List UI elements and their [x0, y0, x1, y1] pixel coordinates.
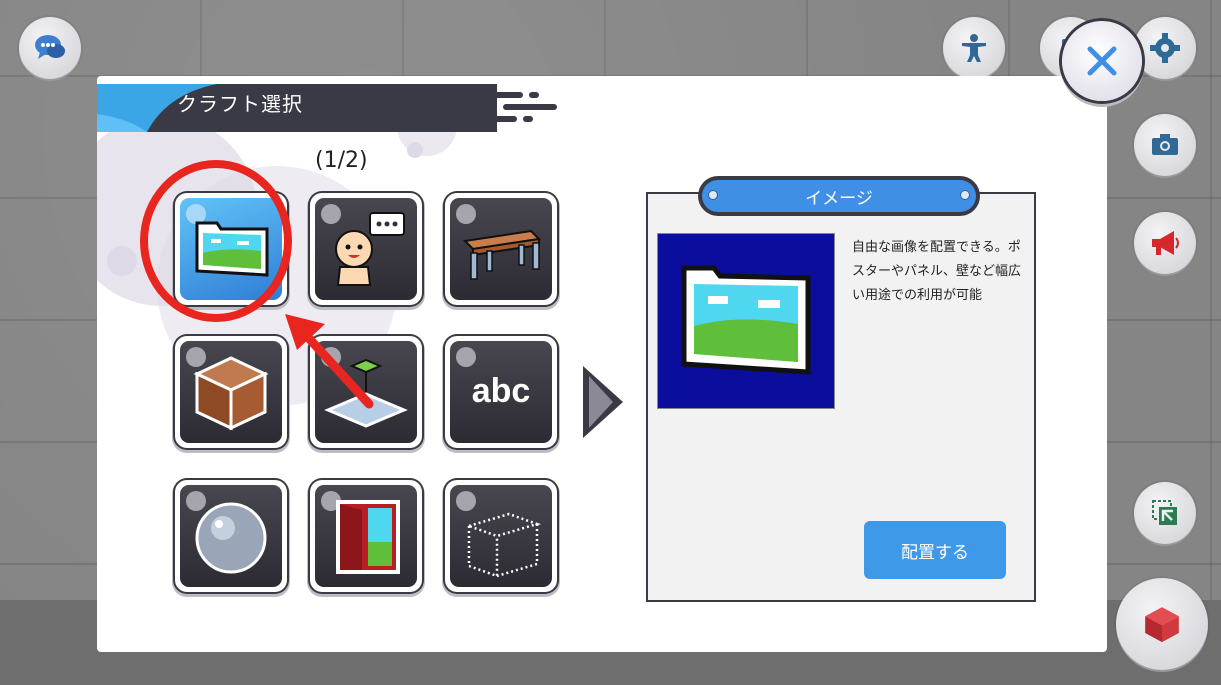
gear-icon	[1150, 33, 1180, 63]
camera-icon	[1152, 134, 1178, 155]
avatar-button[interactable]	[943, 17, 1005, 79]
move-out-icon	[1152, 500, 1177, 525]
bolt-icon	[708, 190, 718, 200]
highlight-arrow	[285, 314, 374, 409]
detail-tag-label: イメージ	[702, 180, 976, 212]
bolt-icon	[960, 190, 970, 200]
announce-button[interactable]	[1134, 212, 1196, 274]
preview-image	[657, 233, 835, 409]
craft-item-table[interactable]	[445, 193, 557, 305]
decoration	[407, 142, 423, 158]
detail-tag: イメージ	[698, 176, 980, 216]
craft-select-dialog: クラフト選択 (1/2) abc イメージ 自由な画像を配置できる。ポスターやパ…	[97, 76, 1107, 652]
craft-item-transparent-box[interactable]	[445, 480, 557, 592]
next-page-arrow[interactable]	[577, 362, 627, 442]
craft-item-door[interactable]	[310, 480, 422, 592]
dialog-title: クラフト選択	[177, 92, 303, 116]
picture-preview-icon	[681, 265, 811, 375]
craft-item-text[interactable]: abc	[445, 336, 557, 448]
cube-icon	[1145, 607, 1179, 643]
close-icon	[1087, 46, 1117, 76]
camera-button[interactable]	[1134, 114, 1196, 176]
craft-item-character[interactable]	[310, 193, 422, 305]
text-abc-icon: abc	[472, 372, 531, 410]
title-bar	[97, 84, 557, 132]
sphere-icon	[195, 502, 267, 574]
page-indicator: (1/2)	[315, 148, 368, 173]
chat-icon	[35, 35, 65, 59]
move-out-button[interactable]	[1134, 482, 1196, 544]
cube-button[interactable]	[1116, 578, 1208, 670]
door-icon	[336, 500, 400, 574]
settings-button[interactable]	[1134, 17, 1196, 79]
craft-item-block[interactable]	[175, 336, 287, 448]
abc-label: abc	[472, 372, 531, 410]
chat-button[interactable]	[19, 17, 81, 79]
character-icon	[335, 212, 405, 286]
table-icon	[462, 229, 542, 280]
transparent-box-icon	[464, 512, 542, 578]
place-button[interactable]: 配置する	[864, 521, 1006, 579]
close-button[interactable]	[1062, 21, 1142, 101]
item-description: 自由な画像を配置できる。ポスターやパネル、壁など幅広い用途での利用が可能	[852, 240, 1022, 303]
megaphone-icon	[1152, 231, 1179, 255]
person-icon	[962, 34, 986, 62]
craft-item-sphere[interactable]	[175, 480, 287, 592]
highlight-ring	[140, 160, 292, 322]
brick-block-icon	[193, 356, 269, 431]
decoration	[107, 246, 137, 276]
